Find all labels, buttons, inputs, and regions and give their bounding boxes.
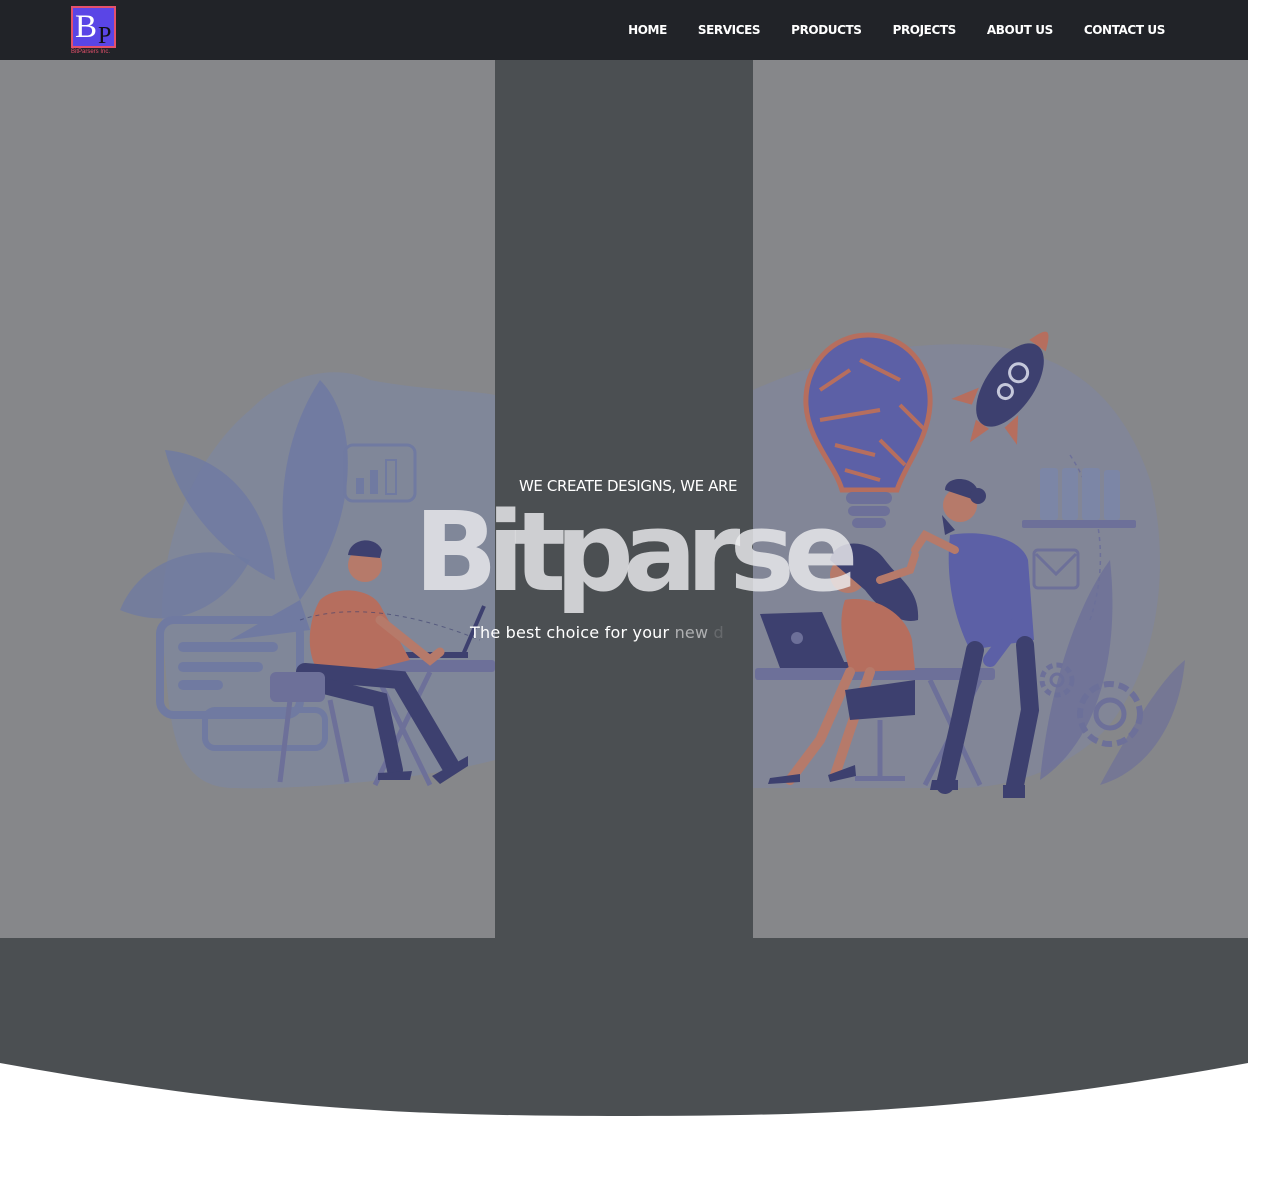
logo-badge: B P	[71, 6, 116, 49]
logo-tagline: BitParsers Inc.	[71, 49, 111, 55]
hero-illustration	[120, 331, 1185, 798]
nav-contact-us[interactable]: CONTACT US	[1084, 23, 1166, 37]
nav-about-us[interactable]: ABOUT US	[987, 23, 1053, 37]
top-navbar: B P BitParsers Inc. HOME SERVICES PRODUC…	[0, 0, 1248, 60]
right-illustration	[753, 331, 1185, 798]
logo-letter-p: P	[98, 23, 112, 49]
nav-home[interactable]: HOME	[628, 23, 667, 37]
logo-letter-b: B	[75, 9, 98, 45]
main-menu: HOME SERVICES PRODUCTS PROJECTS ABOUT US…	[628, 0, 1165, 60]
hero-bottom-curve	[0, 938, 1248, 1116]
left-illustration	[120, 372, 495, 789]
nav-products[interactable]: PRODUCTS	[791, 23, 862, 37]
nav-services[interactable]: SERVICES	[698, 23, 761, 37]
company-logo[interactable]: B P BitParsers Inc.	[71, 5, 117, 56]
nav-projects[interactable]: PROJECTS	[893, 23, 957, 37]
hero-section: WE CREATE DESIGNS, WE ARE Bitparse The b…	[0, 60, 1248, 938]
